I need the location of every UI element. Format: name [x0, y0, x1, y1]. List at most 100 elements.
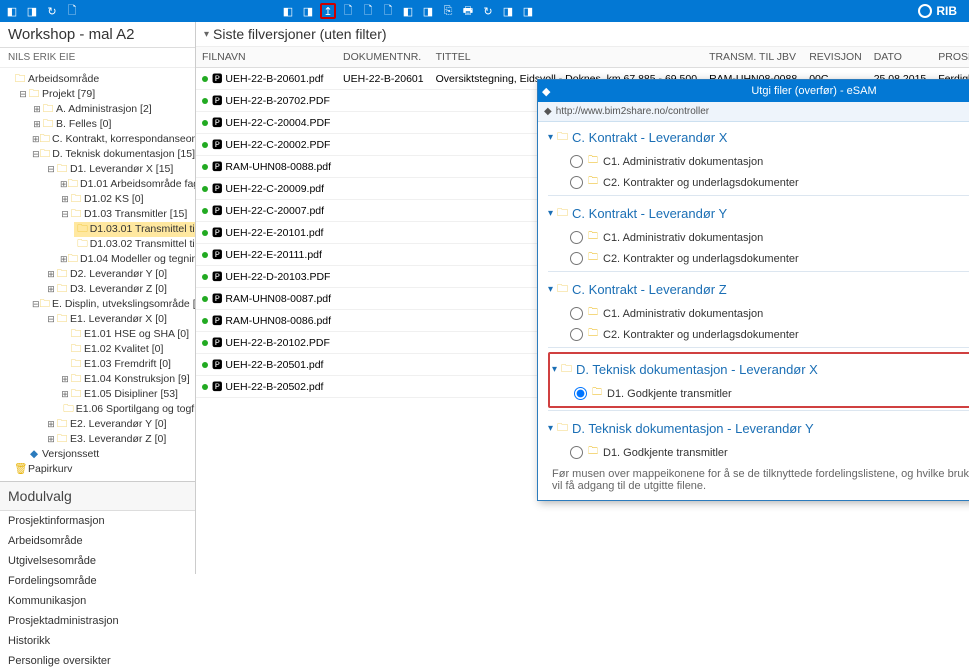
dialog-title: Utgi filer (overfør) - eSAM	[560, 85, 969, 97]
sec-d-y-d1[interactable]: 🗀D1. Godkjente transmitler	[548, 442, 969, 462]
tb-icon-print[interactable]: 🖶	[460, 3, 476, 19]
tree-e102[interactable]: ▪🗀E1.02 Kvalitet [0]	[60, 342, 195, 357]
sec-c-x-c1[interactable]: 🗀C1. Administrativ dokumentasjon	[548, 151, 969, 172]
dialog-url: http://www.bim2share.no/controller	[556, 106, 709, 117]
tb-icon-4[interactable]: 🗋	[64, 3, 80, 19]
app-icon: ◆	[542, 85, 556, 98]
tree-d[interactable]: ⊟🗀D. Teknisk dokumentasjon [15]	[32, 147, 195, 162]
dialog-footer: Før musen over mappeikonene for å se de …	[538, 462, 969, 500]
tree-d103[interactable]: ⊟🗀D1.03 Transmitler [15]	[60, 207, 195, 222]
sec-d-x[interactable]: ▾🗀D. Teknisk dokumentasjon - Leverandør …	[552, 356, 969, 383]
tb-icon-8[interactable]: 🗋	[360, 3, 376, 19]
tree-versjon[interactable]: ▪◆Versjonssett	[18, 447, 195, 462]
tree-d10301-selected[interactable]: ▪🗀D1.03.01 Transmittel til JB	[74, 222, 195, 237]
tree-e104[interactable]: ⊞🗀E1.04 Konstruksjon [9]	[60, 372, 195, 387]
tb-icon-13[interactable]: ↻	[480, 3, 496, 19]
sec-c-z-c2[interactable]: 🗀C2. Kontrakter og underlagsdokumenter	[548, 324, 969, 345]
radio-cz-c2[interactable]	[570, 328, 583, 341]
right-header: ▾ Siste filversjoner (uten filter)	[196, 22, 969, 47]
sec-c-x-c2[interactable]: 🗀C2. Kontrakter og underlagsdokumenter	[548, 172, 969, 193]
tb-icon-14[interactable]: ◨	[500, 3, 516, 19]
mod-arbeidsomrade[interactable]: Arbeidsområde	[0, 531, 195, 551]
col-titel[interactable]: TITTEL	[430, 47, 703, 68]
dialog-titlebar[interactable]: ◆ Utgi filer (overfør) - eSAM — ▢ ✕	[538, 80, 969, 102]
tree-d3[interactable]: ⊞🗀D3. Leverandør Z [0]	[46, 282, 195, 297]
tree-a[interactable]: ⊞🗀A. Administrasjon [2]	[32, 102, 195, 117]
tb-icon-12[interactable]: ⎘	[440, 3, 456, 19]
rib-text: RIB	[936, 4, 957, 18]
tree-e101[interactable]: ▪🗀E1.01 HSE og SHA [0]	[60, 327, 195, 342]
tb-icon-2[interactable]: ◨	[24, 3, 40, 19]
tb-icon-5[interactable]: ◧	[280, 3, 296, 19]
radio-cz-c1[interactable]	[570, 307, 583, 320]
tb-icon-publish[interactable]: ↥	[320, 3, 336, 19]
tree-b[interactable]: ⊞🗀B. Felles [0]	[32, 117, 195, 132]
tree-e106[interactable]: ▪🗀E1.06 Sportilgang og togfrem	[60, 402, 195, 417]
user-name: NILS ERIK EIE	[0, 48, 195, 68]
left-panel: Workshop - mal A2 NILS ERIK EIE ▪🗀Arbeid…	[0, 22, 196, 574]
tree-projekt[interactable]: ⊟🗀Projekt [79]	[18, 87, 195, 102]
tree-e2[interactable]: ⊞🗀E2. Leverandør Y [0]	[46, 417, 195, 432]
module-nav: Modulvalg Prosjektinformasjon Arbeidsomr…	[0, 481, 195, 671]
mod-prosjektinfo[interactable]: Prosjektinformasjon	[0, 511, 195, 531]
rib-logo: RIB	[918, 4, 957, 18]
mod-personlige[interactable]: Personlige oversikter	[0, 651, 195, 671]
highlighted-section: ▾🗀D. Teknisk dokumentasjon - Leverandør …	[548, 352, 969, 408]
tree-e105[interactable]: ⊞🗀E1.05 Disipliner [53]	[60, 387, 195, 402]
sec-c-y[interactable]: ▾🗀C. Kontrakt - Leverandør Y	[548, 200, 969, 227]
tb-icon-6[interactable]: ◨	[300, 3, 316, 19]
tree-e[interactable]: ⊟🗀E. Displin, utvekslingsområde [62]	[32, 297, 195, 312]
col-rev[interactable]: REVISJON	[803, 47, 868, 68]
sec-d-y[interactable]: ▾🗀D. Teknisk dokumentasjon - Leverandør …	[548, 415, 969, 442]
workshop-title: Workshop - mal A2	[8, 26, 187, 43]
sec-c-y-c2[interactable]: 🗀C2. Kontrakter og underlagsdokumenter	[548, 248, 969, 269]
toolbar-right: ◧ ◨ ↥ 🗋 🗋 🗋 ◧ ◨ ⎘ 🖶 ↻ ◨ ◨	[280, 3, 536, 19]
app-toolbar: ◧ ◨ ↻ 🗋 ◧ ◨ ↥ 🗋 🗋 🗋 ◧ ◨ ⎘ 🖶 ↻ ◨ ◨ RIB	[0, 0, 969, 22]
tb-icon-10[interactable]: ◧	[400, 3, 416, 19]
sec-c-z-c1[interactable]: 🗀C1. Administrativ dokumentasjon	[548, 303, 969, 324]
tree-e103[interactable]: ▪🗀E1.03 Fremdrift [0]	[60, 357, 195, 372]
tree-d101[interactable]: ⊞🗀D1.01 Arbeidsområde fag [0]	[60, 177, 195, 192]
tb-icon-15[interactable]: ◨	[520, 3, 536, 19]
tree-d1[interactable]: ⊟🗀D1. Leverandør X [15]	[46, 162, 195, 177]
tree-papirkurv[interactable]: ▪🗑Papirkurv	[4, 462, 195, 477]
mod-utgivelse[interactable]: Utgivelsesområde	[0, 551, 195, 571]
radio-cx-c1[interactable]	[570, 155, 583, 168]
tree-d10302[interactable]: ▪🗀D1.03.02 Transmittel til e	[74, 237, 195, 252]
sec-c-z[interactable]: ▾🗀C. Kontrakt - Leverandør Z	[548, 276, 969, 303]
tree-d102[interactable]: ⊞🗀D1.02 KS [0]	[60, 192, 195, 207]
mod-historikk[interactable]: Historikk	[0, 631, 195, 651]
radio-cx-c2[interactable]	[570, 176, 583, 189]
col-prosess[interactable]: PROSESSTRINN	[932, 47, 969, 68]
tb-icon-7[interactable]: 🗋	[340, 3, 356, 19]
toolbar-left: ◧ ◨ ↻ 🗋	[4, 3, 80, 19]
radio-dx-d1[interactable]	[574, 387, 587, 400]
mod-kommunikasjon[interactable]: Kommunikasjon	[0, 591, 195, 611]
mod-prosjektadmin[interactable]: Prosjektadministrasjon	[0, 611, 195, 631]
tb-icon-1[interactable]: ◧	[4, 3, 20, 19]
col-filnavn[interactable]: FILNAVN	[196, 47, 337, 68]
dialog-body: ▾🗀C. Kontrakt - Leverandør X 🗀C1. Admini…	[538, 122, 969, 462]
tb-icon-3[interactable]: ↻	[44, 3, 60, 19]
sec-c-x[interactable]: ▾🗀C. Kontrakt - Leverandør X	[548, 124, 969, 151]
tree-d2[interactable]: ⊞🗀D2. Leverandør Y [0]	[46, 267, 195, 282]
sec-c-y-c1[interactable]: 🗀C1. Administrativ dokumentasjon	[548, 227, 969, 248]
tree-d104[interactable]: ⊞🗀D1.04 Modeller og tegninger	[60, 252, 195, 267]
col-dato[interactable]: DATO	[868, 47, 933, 68]
tb-icon-9[interactable]: 🗋	[380, 3, 396, 19]
tree-root[interactable]: ▪🗀Arbeidsområde	[4, 72, 195, 87]
mod-fordeling[interactable]: Fordelingsområde	[0, 571, 195, 591]
tree-e1[interactable]: ⊟🗀E1. Leverandør X [0]	[46, 312, 195, 327]
radio-cy-c2[interactable]	[570, 252, 583, 265]
col-docnr[interactable]: DOKUMENTNR.	[337, 47, 430, 68]
collapse-arrow-icon[interactable]: ▾	[204, 29, 209, 40]
radio-cy-c1[interactable]	[570, 231, 583, 244]
tree-c[interactable]: ⊞🗀C. Kontrakt, korrespondanseområdet	[32, 132, 195, 147]
tb-icon-11[interactable]: ◨	[420, 3, 436, 19]
project-tree[interactable]: ▪🗀Arbeidsområde ⊟🗀Projekt [79] ⊞🗀A. Admi…	[0, 68, 195, 481]
right-panel: ▾ Siste filversjoner (uten filter) FILNA…	[196, 22, 969, 574]
col-transm[interactable]: TRANSM. TIL JBV	[703, 47, 803, 68]
radio-dy-d1[interactable]	[570, 446, 583, 459]
sec-d-x-d1[interactable]: 🗀D1. Godkjente transmitler	[552, 383, 969, 404]
tree-e3[interactable]: ⊞🗀E3. Leverandør Z [0]	[46, 432, 195, 447]
